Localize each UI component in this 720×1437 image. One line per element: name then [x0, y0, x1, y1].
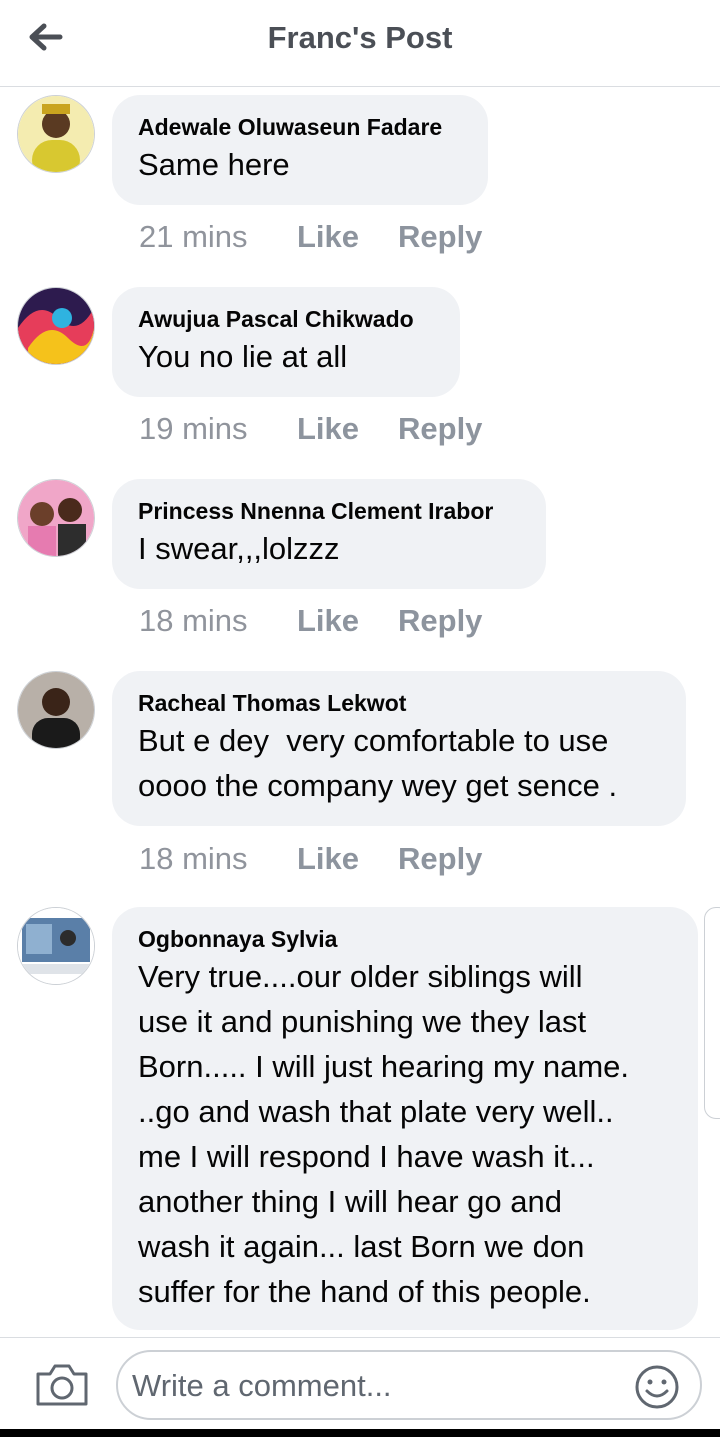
comment-time[interactable]: 18 mins — [139, 603, 297, 639]
avatar[interactable] — [17, 287, 95, 365]
comment-bubble: Adewale Oluwaseun Fadare Same here — [112, 95, 488, 205]
reply-button[interactable]: Reply — [398, 841, 482, 877]
like-button[interactable]: Like — [297, 603, 398, 639]
like-button[interactable]: Like — [297, 841, 398, 877]
comment-bubble: Awujua Pascal Chikwado You no lie at all — [112, 287, 460, 397]
comment-time[interactable]: 19 mins — [139, 411, 297, 447]
comment-actions: 18 mins Like Reply — [139, 841, 482, 877]
comment-author[interactable]: Ogbonnaya Sylvia — [138, 924, 672, 954]
page-title: Franc's Post — [267, 20, 453, 55]
avatar[interactable] — [17, 479, 95, 557]
comment-time[interactable]: 18 mins — [139, 841, 297, 877]
like-button[interactable]: Like — [297, 219, 398, 255]
comment-text: But e dey very comfortable to use oooo t… — [138, 723, 618, 803]
comment-text: Same here — [138, 147, 290, 182]
comment-composer — [0, 1337, 720, 1430]
avatar[interactable] — [17, 907, 95, 985]
comment-input[interactable] — [130, 1352, 624, 1420]
comment-author[interactable]: Adewale Oluwaseun Fadare — [138, 112, 462, 142]
emoji-button[interactable] — [634, 1364, 680, 1410]
avatar[interactable] — [17, 671, 95, 749]
reply-button[interactable]: Reply — [398, 411, 482, 447]
like-button[interactable]: Like — [297, 411, 398, 447]
top-bar: Franc's Post — [0, 0, 720, 87]
comment-bubble: Ogbonnaya Sylvia Very true....our older … — [112, 907, 698, 1330]
comment-time[interactable]: 21 mins — [139, 219, 297, 255]
comment-list[interactable]: Adewale Oluwaseun Fadare Same here 21 mi… — [0, 87, 720, 1337]
comment-text: You no lie at all — [138, 339, 348, 374]
comment-actions: 21 mins Like Reply — [139, 219, 482, 255]
comment-author[interactable]: Racheal Thomas Lekwot — [138, 688, 660, 718]
comment-actions: 19 mins Like Reply — [139, 411, 482, 447]
comment-author[interactable]: Princess Nnenna Clement Irabor — [138, 496, 520, 526]
comment-author[interactable]: Awujua Pascal Chikwado — [138, 304, 434, 334]
system-nav-bar — [0, 1429, 720, 1437]
comment-text: I swear,,,lolzzz — [138, 531, 340, 566]
reply-button[interactable]: Reply — [398, 219, 482, 255]
camera-button[interactable] — [34, 1360, 90, 1408]
comment-bubble: Princess Nnenna Clement Irabor I swear,,… — [112, 479, 546, 589]
comment-text: Very true....our older siblings will use… — [138, 959, 630, 1309]
avatar[interactable] — [17, 95, 95, 173]
scroll-handle[interactable] — [704, 907, 720, 1119]
reply-button[interactable]: Reply — [398, 603, 482, 639]
comment-actions: 18 mins Like Reply — [139, 603, 482, 639]
smiley-icon — [635, 1365, 679, 1409]
comment-bubble: Racheal Thomas Lekwot But e dey very com… — [112, 671, 686, 826]
comment-input-wrapper — [116, 1350, 702, 1420]
camera-icon — [36, 1364, 88, 1406]
